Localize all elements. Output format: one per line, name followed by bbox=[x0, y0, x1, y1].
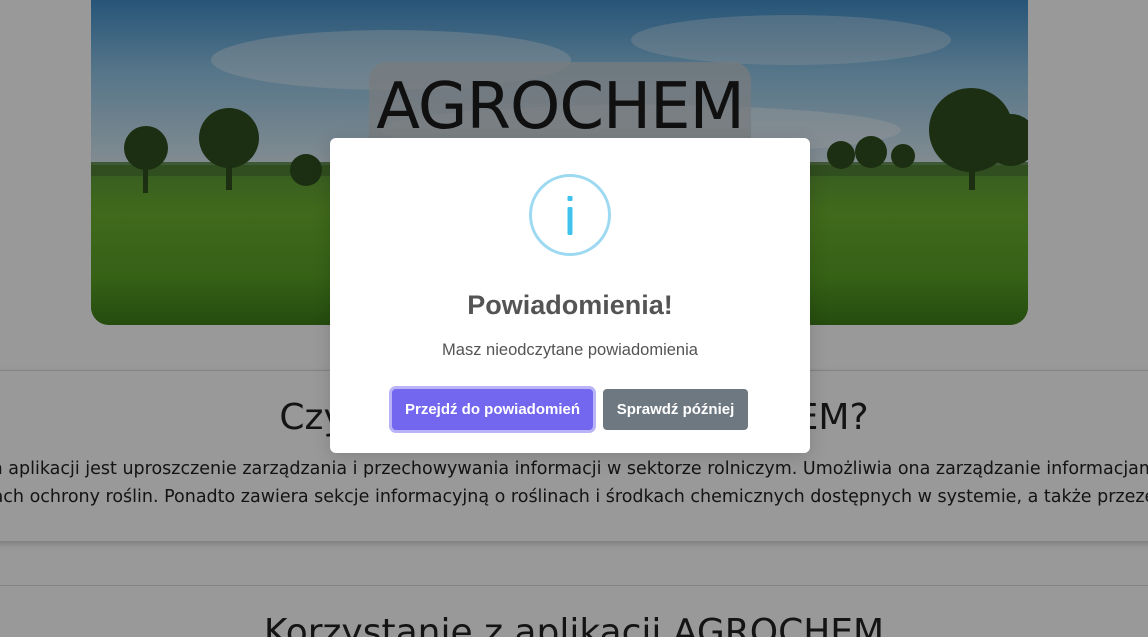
page: AGROCHEM Czym jest aplikacja AGROCHEM? C… bbox=[0, 0, 1148, 637]
info-icon bbox=[529, 174, 611, 256]
go-to-notifications-button[interactable]: Przejdź do powiadomień bbox=[392, 389, 593, 430]
dialog-message: Masz nieodczytane powiadomienia bbox=[442, 341, 698, 359]
dialog-title: Powiadomienia! bbox=[467, 290, 673, 320]
notification-dialog: Powiadomienia! Masz nieodczytane powiado… bbox=[330, 138, 810, 453]
info-icon-glyph bbox=[567, 196, 573, 235]
check-later-button[interactable]: Sprawdź później bbox=[603, 389, 748, 430]
